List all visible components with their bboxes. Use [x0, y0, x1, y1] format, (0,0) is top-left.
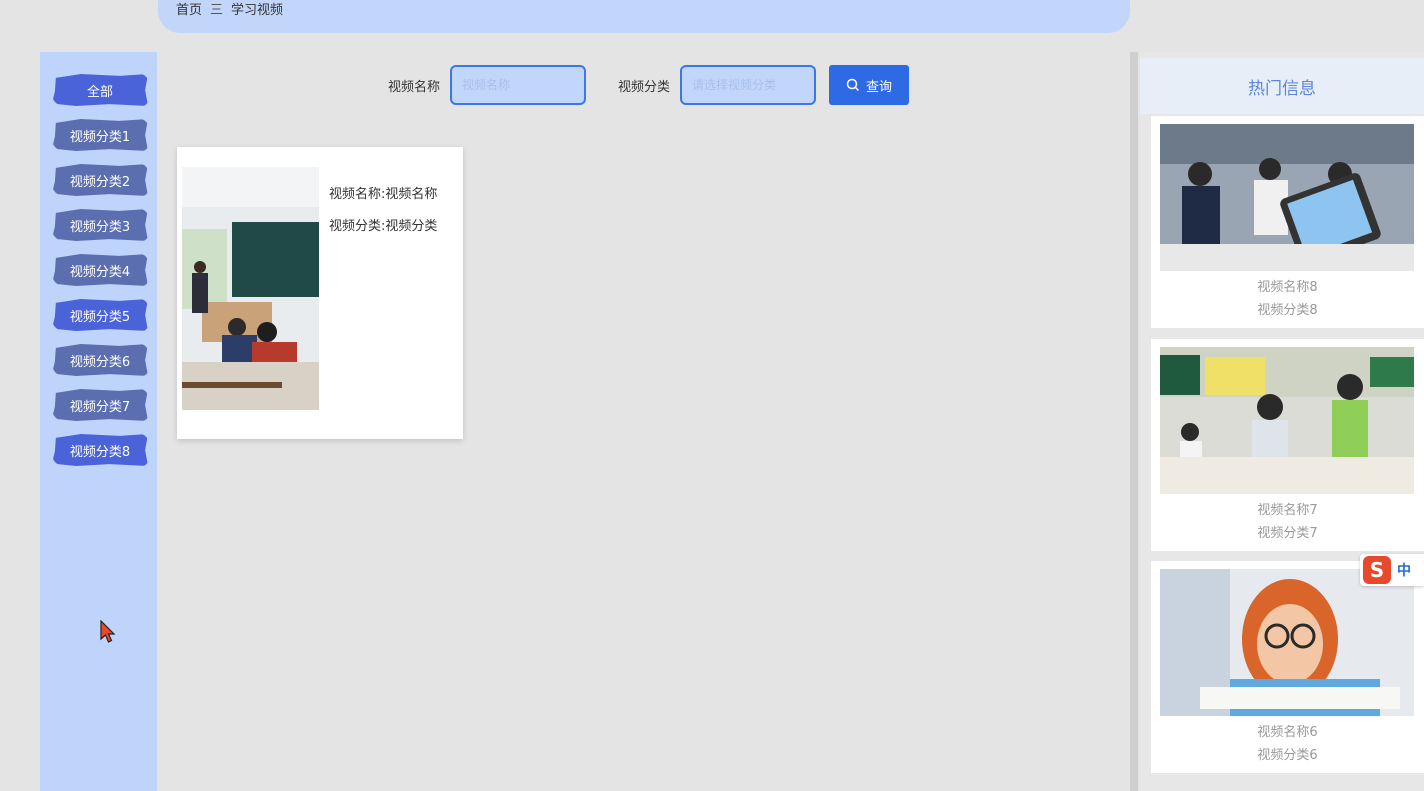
ime-toolbar[interactable]: S 中	[1360, 554, 1424, 586]
breadcrumb-home[interactable]: 首页	[176, 0, 202, 18]
category-6-button[interactable]: 视频分类6	[52, 344, 148, 376]
category-4-button[interactable]: 视频分类4	[52, 254, 148, 286]
category-1-button[interactable]: 视频分类1	[52, 119, 148, 151]
video-category-select[interactable]	[680, 65, 817, 105]
hot-item-category: 视频分类7	[1257, 526, 1318, 541]
category-all-button[interactable]: 全部	[52, 74, 148, 106]
sogou-logo-icon: S	[1363, 556, 1391, 584]
category-7-button[interactable]: 视频分类7	[52, 389, 148, 421]
category-search-group: 视频分类	[618, 65, 817, 105]
search-button-label: 查询	[865, 79, 892, 95]
hot-item[interactable]: 视频名称8 视频分类8	[1151, 116, 1424, 328]
top-bar	[158, 0, 1130, 33]
hot-title: 热门信息	[1140, 58, 1424, 114]
hot-item-name: 视频名称8	[1257, 280, 1318, 295]
search-icon	[846, 78, 860, 92]
video-thumbnail[interactable]	[182, 167, 319, 410]
video-name-input[interactable]	[450, 65, 587, 105]
name-search-group: 视频名称	[388, 65, 587, 105]
category-5-button[interactable]: 视频分类5	[52, 299, 148, 331]
hot-item-image[interactable]	[1160, 347, 1414, 494]
hot-item-name: 视频名称6	[1257, 725, 1318, 740]
mouse-cursor-icon	[100, 620, 116, 643]
ime-mode-indicator[interactable]: 中	[1397, 560, 1411, 580]
hot-item[interactable]: 视频名称6 视频分类6	[1151, 561, 1424, 773]
hot-item-name: 视频名称7	[1257, 503, 1318, 518]
breadcrumb-current: 学习视频	[231, 2, 284, 18]
breadcrumb: 首页 三 学习视频	[176, 0, 284, 18]
category-2-button[interactable]: 视频分类2	[52, 164, 148, 196]
hot-item-category: 视频分类8	[1257, 303, 1318, 318]
category-3-button[interactable]: 视频分类3	[52, 209, 148, 241]
hot-item-image[interactable]	[1160, 569, 1414, 716]
breadcrumb-separator: 三	[210, 2, 224, 18]
video-name-text: 视频名称:视频名称	[329, 187, 438, 202]
category-sidebar	[40, 52, 157, 791]
hot-item-category: 视频分类6	[1257, 748, 1318, 763]
category-label: 视频分类	[618, 79, 671, 95]
category-8-button[interactable]: 视频分类8	[52, 434, 148, 466]
hot-item-image[interactable]	[1160, 124, 1414, 271]
divider	[1130, 52, 1138, 791]
hot-item[interactable]: 视频名称7 视频分类7	[1151, 339, 1424, 551]
video-card[interactable]: 视频名称:视频名称 视频分类:视频分类	[177, 147, 463, 439]
video-category-text: 视频分类:视频分类	[329, 219, 438, 234]
search-button[interactable]: 查询	[829, 65, 909, 105]
name-label: 视频名称	[388, 79, 441, 95]
